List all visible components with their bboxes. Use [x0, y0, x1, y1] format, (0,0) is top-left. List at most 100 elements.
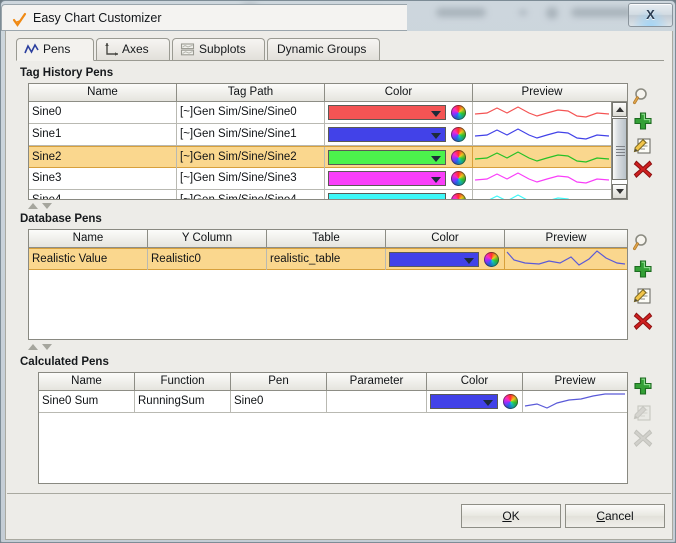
cell-preview [505, 249, 627, 270]
dialog-footer: OK Cancel [7, 493, 671, 538]
chevron-down-icon [431, 111, 441, 117]
column-header-preview[interactable]: Preview [473, 84, 611, 101]
cell-tag-path: [~]Gen Sim/Sine/Sine2 [177, 147, 325, 168]
color-swatch-dropdown[interactable] [389, 252, 479, 267]
table-row[interactable]: Sine2 [~]Gen Sim/Sine/Sine2 [29, 146, 611, 168]
column-header-parameter[interactable]: Parameter [327, 373, 427, 390]
color-wheel-icon[interactable] [451, 193, 466, 200]
dialog-client-area: Pens Axes Subplots [5, 31, 673, 540]
table-row[interactable]: Sine3 [~]Gen Sim/Sine/Sine3 [29, 168, 611, 190]
tag-history-pens-table[interactable]: Name Tag Path Color Preview Sine0 [~]Gen… [28, 83, 628, 200]
cell-name: Realistic Value [29, 249, 148, 270]
color-wheel-icon[interactable] [451, 150, 466, 165]
move-up-icon[interactable] [28, 344, 38, 350]
color-swatch-dropdown[interactable] [430, 394, 498, 409]
database-pens-table[interactable]: Name Y Column Table Color Preview Realis… [28, 229, 628, 340]
cell-preview [473, 102, 611, 123]
column-header-function[interactable]: Function [135, 373, 231, 390]
table-row[interactable]: Sine0 Sum RunningSum Sine0 [39, 391, 627, 413]
table-row[interactable]: Realistic Value Realistic0 realistic_tab… [29, 248, 627, 270]
cell-preview [473, 168, 611, 189]
database-pens-reorder[interactable] [28, 344, 52, 352]
move-down-icon[interactable] [42, 203, 52, 209]
color-swatch-dropdown[interactable] [328, 193, 446, 200]
column-header-tag-path[interactable]: Tag Path [177, 84, 325, 101]
easy-chart-customizer-window: Easy Chart Customizer X Pens Axes [0, 0, 676, 543]
preview-sparkline [473, 168, 611, 189]
table-row[interactable]: Sine4 [~]Gen Sim/Sine/Sine4 [29, 190, 611, 200]
tag-history-pens-reorder[interactable] [28, 203, 52, 211]
cancel-button-label: ancel [605, 509, 634, 523]
tab-subplots-label: Subplots [199, 42, 246, 56]
edit-icon-disabled [632, 401, 654, 423]
color-wheel-icon[interactable] [503, 394, 518, 409]
calculated-pens-table[interactable]: Name Function Pen Parameter Color Previe… [38, 372, 628, 484]
chevron-down-icon [464, 258, 474, 264]
tab-subplots[interactable]: Subplots [172, 38, 265, 60]
search-icon[interactable] [632, 232, 654, 254]
tab-dynamic-groups[interactable]: Dynamic Groups [267, 38, 380, 60]
column-header-pen[interactable]: Pen [231, 373, 327, 390]
axes-icon [104, 42, 119, 57]
color-swatch-dropdown[interactable] [328, 127, 446, 142]
column-header-corner [611, 84, 627, 101]
scrollbar-thumb[interactable] [612, 118, 627, 180]
column-header-color[interactable]: Color [325, 84, 473, 101]
column-header-preview[interactable]: Preview [505, 230, 627, 247]
cell-color [325, 102, 473, 123]
cell-preview [473, 147, 611, 168]
color-swatch-dropdown[interactable] [328, 105, 446, 120]
column-header-name[interactable]: Name [39, 373, 135, 390]
move-up-icon[interactable] [28, 203, 38, 209]
search-icon[interactable] [632, 86, 654, 108]
add-icon[interactable] [632, 258, 654, 280]
database-pens-heading: Database Pens [20, 213, 102, 225]
add-icon[interactable] [632, 110, 654, 132]
scroll-down-button[interactable] [612, 184, 627, 199]
column-header-name[interactable]: Name [29, 230, 148, 247]
column-header-preview[interactable]: Preview [523, 373, 627, 390]
scroll-up-button[interactable] [612, 102, 627, 117]
table-row[interactable]: Sine1 [~]Gen Sim/Sine/Sine1 [29, 124, 611, 146]
color-swatch-dropdown[interactable] [328, 150, 446, 165]
preview-sparkline [473, 190, 611, 200]
tag-history-pens-heading: Tag History Pens [20, 67, 113, 79]
tag-history-pens-scrollbar[interactable] [611, 102, 627, 199]
cell-tag-path: [~]Gen Sim/Sine/Sine3 [177, 168, 325, 189]
database-pens-header-row: Name Y Column Table Color Preview [29, 230, 627, 248]
delete-icon[interactable] [632, 310, 654, 332]
color-wheel-icon[interactable] [484, 252, 499, 267]
cell-tag-path: [~]Gen Sim/Sine/Sine0 [177, 102, 325, 123]
cell-tag-path: [~]Gen Sim/Sine/Sine1 [177, 124, 325, 145]
table-row[interactable]: Sine0 [~]Gen Sim/Sine/Sine0 [29, 102, 611, 124]
cell-color [386, 249, 505, 270]
color-wheel-icon[interactable] [451, 105, 466, 120]
ok-button[interactable]: OK [461, 504, 561, 528]
cell-function: RunningSum [135, 391, 231, 412]
tab-pens[interactable]: Pens [16, 38, 94, 61]
cell-y-column: Realistic0 [148, 249, 267, 270]
tab-axes[interactable]: Axes [96, 38, 170, 60]
add-icon[interactable] [632, 375, 654, 397]
column-header-table[interactable]: Table [267, 230, 386, 247]
color-swatch-dropdown[interactable] [328, 171, 446, 186]
cancel-button[interactable]: Cancel [565, 504, 665, 528]
column-header-name[interactable]: Name [29, 84, 177, 101]
delete-icon[interactable] [632, 158, 654, 180]
tab-dynamic-groups-label: Dynamic Groups [277, 42, 366, 56]
color-wheel-icon[interactable] [451, 127, 466, 142]
column-header-color[interactable]: Color [427, 373, 523, 390]
color-wheel-icon[interactable] [451, 171, 466, 186]
ok-button-mnemonic: O [502, 509, 511, 523]
column-header-y-column[interactable]: Y Column [148, 230, 267, 247]
chevron-down-icon [431, 199, 441, 200]
cell-parameter [327, 391, 427, 412]
column-header-color[interactable]: Color [386, 230, 505, 247]
close-icon: X [629, 4, 672, 26]
edit-icon[interactable] [632, 134, 654, 156]
move-down-icon[interactable] [42, 344, 52, 350]
subplots-icon [180, 42, 195, 57]
edit-icon[interactable] [632, 284, 654, 306]
close-button[interactable]: X [628, 3, 673, 27]
chevron-down-icon [431, 156, 441, 162]
